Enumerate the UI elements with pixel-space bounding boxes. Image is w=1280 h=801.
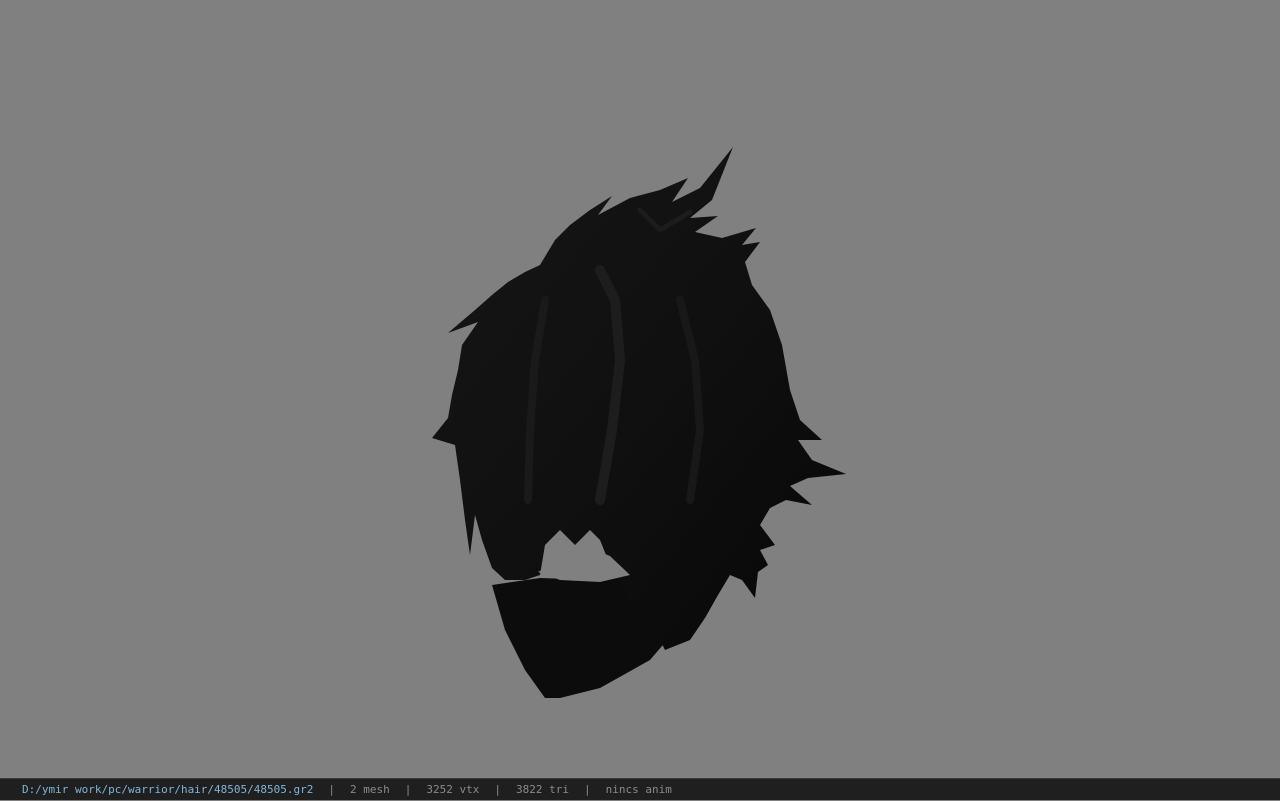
status-triangle-count: 3822 tri <box>516 782 569 796</box>
status-anim: nincs anim <box>605 782 672 796</box>
status-vertex-count: 3252 vtx <box>426 782 480 796</box>
hair-mesh-model <box>432 147 846 698</box>
status-separator: | <box>404 782 412 796</box>
model-viewport[interactable] <box>0 0 1280 778</box>
status-mesh-count: 2 mesh <box>350 782 390 796</box>
status-file-path: D:/ymir work/pc/warrior/hair/48505/48505… <box>22 782 314 796</box>
status-separator: | <box>584 782 591 796</box>
status-bar: D:/ymir work/pc/warrior/hair/48505/48505… <box>0 778 1280 800</box>
status-separator: | <box>494 782 502 796</box>
hair-main-mass <box>432 147 846 660</box>
status-separator: | <box>328 782 336 796</box>
